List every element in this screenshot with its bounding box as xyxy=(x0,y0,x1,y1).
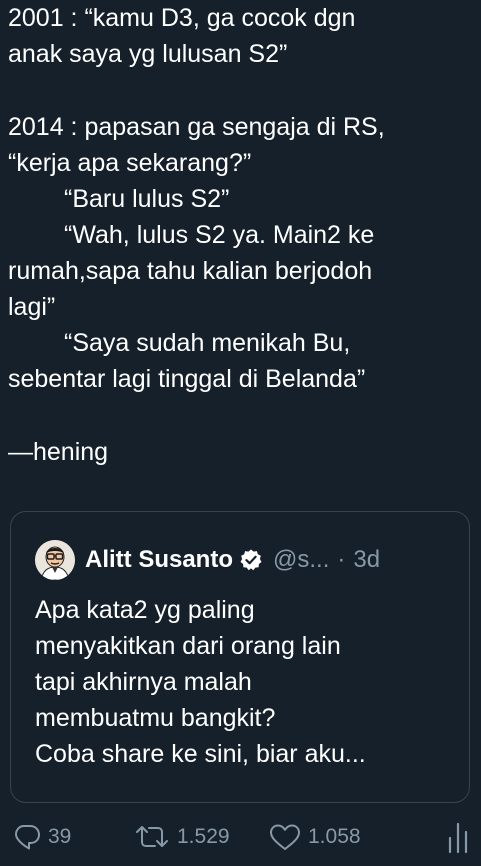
tweet-text-line: “Saya sudah menikah Bu, xyxy=(64,329,351,357)
reply-count: 39 xyxy=(48,825,72,848)
quoted-tweet-card[interactable]: Alitt Susanto @s... · 3d Apa kata2 yg pa… xyxy=(10,511,470,803)
tweet-text-line: —hening xyxy=(8,438,109,466)
tweet-text-line: “Wah, lulus S2 ya. Main2 ke xyxy=(64,221,375,249)
tweet-body: 2001 : “kamu D3, ga cocok dgn anak saya … xyxy=(8,0,474,470)
tweet-text-line: “Baru lulus S2” xyxy=(64,185,230,213)
stats-icon xyxy=(446,820,470,854)
quoted-tweet-text: Apa kata2 yg paling menyakitkan dari ora… xyxy=(35,592,455,772)
header-separator: · xyxy=(337,546,346,573)
reply-icon xyxy=(12,822,42,852)
reply-button[interactable]: 39 xyxy=(12,812,71,862)
quoted-tweet-header: Alitt Susanto @s... · 3d xyxy=(35,539,380,581)
heart-icon xyxy=(268,822,302,852)
tweet-text-line: rumah,sapa tahu kalian berjodoh xyxy=(8,257,373,285)
tweet-text-line: “kerja apa sekarang?” xyxy=(8,149,252,177)
tweet-action-bar: 39 1.529 1.058 xyxy=(0,812,481,862)
tweet-text-line: lagi” xyxy=(8,293,56,321)
tweet-text-line: sebentar lagi tinggal di Belanda” xyxy=(8,365,366,393)
tweet-text-line: anak saya yg lulusan S2” xyxy=(8,40,288,68)
verified-badge-icon xyxy=(239,548,263,572)
quoted-author-name[interactable]: Alitt Susanto xyxy=(85,546,233,574)
tweet-text-line: 2014 : papasan ga sengaja di RS, xyxy=(8,113,385,141)
quoted-text-line: menyakitkan dari orang lain xyxy=(35,632,341,660)
quoted-author-handle[interactable]: @s... xyxy=(273,546,329,574)
like-count: 1.058 xyxy=(308,825,361,848)
quoted-tweet-time[interactable]: 3d xyxy=(353,546,380,574)
quoted-text-line: Coba share ke sini, biar aku... xyxy=(35,740,366,768)
retweet-button[interactable]: 1.529 xyxy=(133,812,230,862)
quoted-text-line: Apa kata2 yg paling xyxy=(35,596,255,624)
like-button[interactable]: 1.058 xyxy=(268,812,361,862)
tweet-stats-button[interactable] xyxy=(446,812,470,862)
tweet-text-line: 2001 : “kamu D3, ga cocok dgn xyxy=(8,4,356,32)
quoted-text-line: tapi akhirnya malah xyxy=(35,668,252,696)
retweet-count: 1.529 xyxy=(177,825,230,848)
avatar-illustration[interactable] xyxy=(35,540,75,580)
quoted-text-line: membuatmu bangkit? xyxy=(35,704,276,732)
retweet-icon xyxy=(133,822,171,852)
